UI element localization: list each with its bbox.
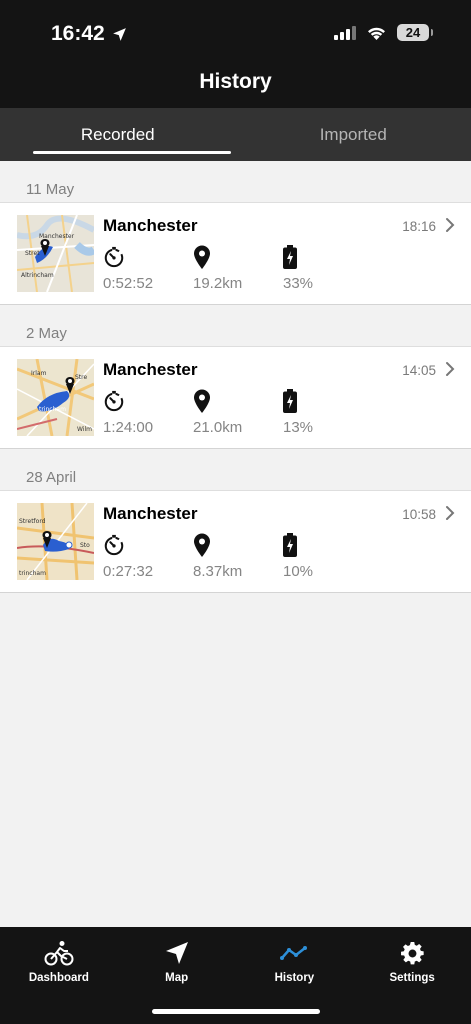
segmented-tabs: Recorded Imported: [0, 108, 471, 161]
location-arrow-icon: [112, 27, 126, 41]
battery-stat: 13%: [283, 389, 363, 436]
date-header: 28 April: [26, 469, 77, 486]
battery-icon: 24: [397, 24, 433, 41]
duration-stat: 0:27:32: [103, 533, 183, 580]
battery-stat: 33%: [283, 245, 363, 292]
chevron-right-icon: [446, 218, 455, 232]
duration-stat: 0:52:52: [103, 245, 183, 292]
distance-stat: 8.37km: [193, 533, 273, 580]
stopwatch-icon: [104, 390, 124, 412]
map-label: Irlam: [31, 370, 47, 377]
ride-card[interactable]: Irlam Stre trincham Wilm Manchester 14:0…: [0, 346, 471, 449]
top-bar: 16:42 24 History: [0, 0, 471, 108]
chevron-right-icon: [446, 362, 455, 376]
distance-stat: 21.0km: [193, 389, 273, 436]
chart-line-icon: [280, 946, 308, 960]
chevron-right-icon: [446, 506, 455, 520]
ride-time: 18:16: [402, 219, 436, 234]
home-indicator: [152, 1009, 320, 1014]
gear-icon: [400, 941, 424, 964]
battery-charging-icon: [283, 389, 297, 413]
map-pin-icon: [194, 245, 210, 269]
map-label: Altrincham: [21, 272, 54, 279]
ride-location: Manchester: [103, 360, 198, 379]
map-label: Stre: [75, 374, 87, 381]
route-map-thumbnail: Irlam Stre trincham Wilm: [17, 359, 94, 436]
ride-time: 10:58: [402, 507, 436, 522]
map-pin-icon: [194, 389, 210, 413]
ride-card[interactable]: Stretford Sto trincham Manchester 10:58 …: [0, 490, 471, 593]
stopwatch-icon: [104, 534, 124, 556]
ride-location: Manchester: [103, 216, 198, 235]
status-time: 16:42: [51, 22, 128, 46]
map-label: Sto: [80, 542, 90, 549]
map-label: Wilm: [77, 426, 92, 433]
duration-stat: 1:24:00: [103, 389, 183, 436]
map-label: trincham: [19, 570, 46, 577]
battery-charging-icon: [283, 533, 297, 557]
ride-history-list: 11 May Manchester Stret Altrincham Manch…: [0, 161, 471, 593]
battery-stat: 10%: [283, 533, 363, 580]
page-title: History: [199, 70, 272, 93]
ride-card[interactable]: Manchester Stret Altrincham Manchester 1…: [0, 202, 471, 305]
signal-icon: [334, 25, 356, 40]
map-pin-icon: [194, 533, 210, 557]
nav-dashboard[interactable]: Dashboard: [0, 927, 118, 1024]
map-label: Stretford: [19, 518, 46, 525]
ride-time: 14:05: [402, 363, 436, 378]
map-label: Stret: [25, 250, 40, 257]
battery-charging-icon: [283, 245, 297, 269]
map-label: trincham: [39, 406, 66, 413]
wifi-icon: [368, 27, 385, 40]
nav-settings[interactable]: Settings: [353, 927, 471, 1024]
tab-imported[interactable]: Imported: [236, 108, 471, 161]
date-header: 11 May: [26, 181, 75, 198]
ride-location: Manchester: [103, 504, 198, 523]
map-label: Manchester: [39, 233, 75, 240]
distance-stat: 19.2km: [193, 245, 273, 292]
route-map-thumbnail: Stretford Sto trincham: [17, 503, 94, 580]
stopwatch-icon: [104, 246, 124, 268]
status-indicators: 24: [334, 24, 433, 41]
navigation-arrow-icon: [165, 942, 188, 964]
date-header: 2 May: [26, 325, 67, 342]
bicycle-icon: [44, 941, 74, 966]
tab-recorded[interactable]: Recorded: [0, 108, 236, 161]
route-map-thumbnail: Manchester Stret Altrincham: [17, 215, 94, 292]
